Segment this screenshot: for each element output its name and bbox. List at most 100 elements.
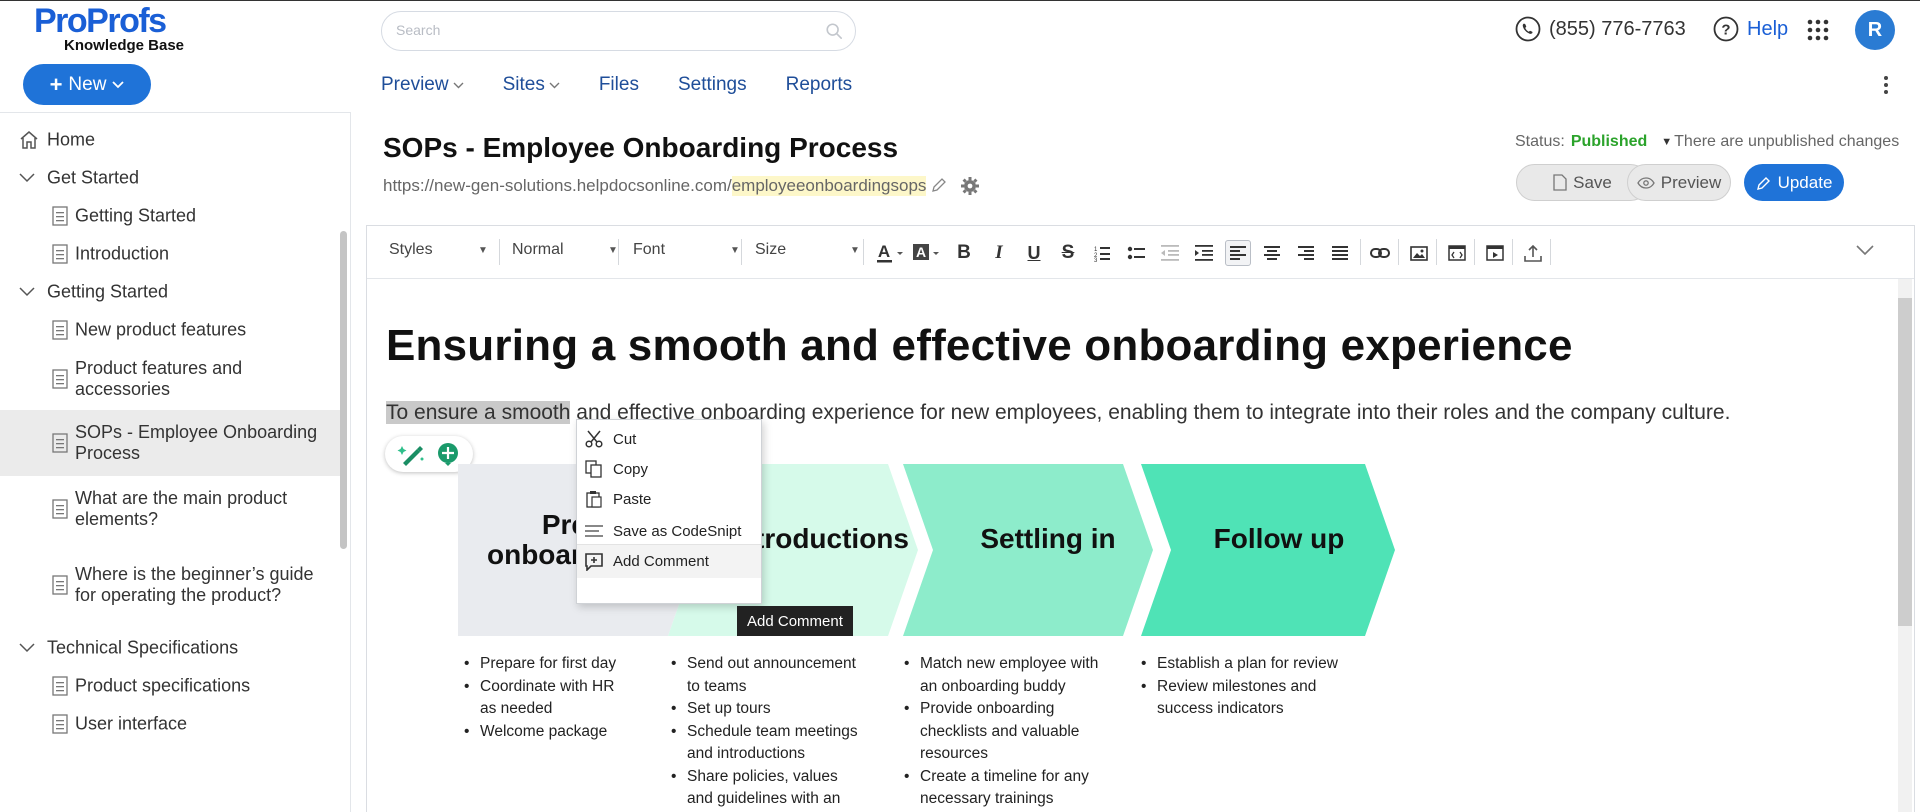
context-menu-item[interactable]: Save as CodeSnipt bbox=[577, 514, 761, 548]
sidebar-scrollbar[interactable] bbox=[340, 231, 347, 549]
context-menu-item[interactable]: Add Comment bbox=[577, 544, 761, 578]
update-button[interactable]: Update bbox=[1744, 164, 1844, 201]
toolbar-divider bbox=[499, 239, 500, 265]
step-bullet-list: Match new employee with an onboarding bu… bbox=[902, 653, 1112, 811]
sidebar-item[interactable]: Get Started bbox=[0, 161, 340, 195]
sidebar-item[interactable]: User interface bbox=[0, 707, 340, 741]
sidebar-item-label: What are the main product elements? bbox=[75, 488, 288, 529]
sidebar-item[interactable]: Home bbox=[0, 123, 340, 157]
bold-icon[interactable]: B bbox=[951, 240, 977, 266]
phone-number: (855) 776-7763 bbox=[1549, 17, 1686, 40]
chevron-down-icon[interactable] bbox=[17, 637, 37, 659]
align-left-icon[interactable] bbox=[1225, 240, 1251, 266]
settings-gear-icon[interactable] bbox=[960, 176, 980, 196]
list-item: Coordinate with HR as needed bbox=[462, 676, 632, 721]
more-options-icon[interactable] bbox=[1880, 74, 1892, 96]
sidebar-item-label: Introduction bbox=[75, 243, 170, 264]
context-menu-item[interactable]: Cut bbox=[577, 422, 761, 456]
selected-text[interactable]: To ensure a smooth bbox=[386, 401, 571, 424]
embed-code-icon[interactable] bbox=[1444, 240, 1470, 266]
article-title[interactable]: SOPs - Employee Onboarding Process bbox=[383, 132, 898, 164]
editor-scrollbar[interactable] bbox=[1898, 298, 1912, 626]
nav-reports[interactable]: Reports bbox=[786, 70, 853, 100]
sidebar-item[interactable]: SOPs - Employee Onboarding Process bbox=[0, 410, 340, 476]
format-dropdown[interactable]: Normal ▼ bbox=[512, 241, 622, 259]
add-comment-icon bbox=[583, 551, 605, 573]
user-avatar[interactable]: R bbox=[1855, 10, 1895, 50]
align-right-icon[interactable] bbox=[1293, 240, 1319, 266]
help-link[interactable]: ? Help bbox=[1713, 15, 1788, 43]
caret-down-icon[interactable]: ▼ bbox=[1661, 136, 1672, 148]
status-badge: Published bbox=[1570, 133, 1648, 150]
numbered-list-icon[interactable]: 123 bbox=[1089, 240, 1115, 266]
magic-wand-icon[interactable] bbox=[397, 441, 427, 467]
image-icon[interactable] bbox=[1406, 240, 1432, 266]
sidebar-item[interactable]: Getting Started bbox=[0, 199, 340, 233]
search-icon[interactable] bbox=[825, 22, 843, 40]
context-menu-label: Cut bbox=[613, 430, 637, 448]
preview-button[interactable]: Preview bbox=[1627, 164, 1731, 201]
italic-icon[interactable]: I bbox=[986, 240, 1012, 266]
caret-down-icon: ▼ bbox=[850, 244, 860, 256]
app-root: ProProfs Knowledge Base (855) 776-7763 ?… bbox=[0, 0, 1920, 812]
strikethrough-icon[interactable]: S bbox=[1055, 240, 1081, 266]
preview-label: Preview bbox=[1660, 172, 1722, 192]
outdent-icon[interactable] bbox=[1157, 240, 1183, 266]
context-menu-item[interactable]: Copy bbox=[577, 452, 761, 486]
styles-dropdown[interactable]: Styles ▼ bbox=[389, 241, 489, 259]
size-dropdown[interactable]: Size ▼ bbox=[755, 241, 865, 259]
bullet-list-icon[interactable] bbox=[1123, 240, 1149, 266]
search-box[interactable] bbox=[381, 11, 856, 51]
background-color-icon[interactable]: A bbox=[909, 240, 945, 266]
video-icon[interactable] bbox=[1482, 240, 1508, 266]
search-input[interactable] bbox=[396, 22, 816, 38]
font-dropdown[interactable]: Font ▼ bbox=[633, 241, 743, 259]
indent-icon[interactable] bbox=[1191, 240, 1217, 266]
underline-icon[interactable]: U bbox=[1021, 240, 1047, 266]
caret-down-icon: ▼ bbox=[608, 244, 618, 256]
content-heading[interactable]: Ensuring a smooth and effective onboardi… bbox=[386, 321, 1573, 371]
sidebar-item-label: Getting Started bbox=[47, 281, 169, 302]
proprofs-logo[interactable]: ProProfs Knowledge Base bbox=[34, 3, 194, 55]
toolbar-divider bbox=[741, 239, 742, 265]
sidebar-item-label: Where is the beginner’s guide for operat… bbox=[75, 564, 314, 605]
paste-icon bbox=[583, 488, 605, 510]
add-ai-icon[interactable] bbox=[435, 441, 461, 467]
step-title: Settling in bbox=[980, 523, 1116, 554]
list-item: Match new employee with an onboarding bu… bbox=[902, 653, 1112, 698]
url-slug[interactable]: employeeonboardingsops bbox=[731, 176, 927, 196]
justify-icon[interactable] bbox=[1327, 240, 1353, 266]
collapse-toolbar-icon[interactable] bbox=[1856, 244, 1874, 256]
url-base: https://new-gen-solutions.helpdocsonline… bbox=[383, 176, 732, 195]
font-dropdown-label: Font bbox=[633, 241, 666, 258]
apps-grid-icon[interactable] bbox=[1806, 18, 1830, 42]
chevron-down-icon[interactable] bbox=[17, 167, 37, 189]
context-menu-item[interactable]: Paste bbox=[577, 482, 761, 516]
edit-icon bbox=[1756, 176, 1770, 190]
support-phone[interactable]: (855) 776-7763 bbox=[1515, 15, 1686, 43]
sidebar-item[interactable]: Where is the beginner’s guide for operat… bbox=[0, 542, 340, 628]
sidebar-item[interactable]: Product specifications bbox=[0, 669, 340, 703]
nav-files[interactable]: Files bbox=[599, 70, 639, 100]
sidebar-item[interactable]: Product features and accessories bbox=[0, 351, 340, 407]
sidebar-item[interactable]: New product features bbox=[0, 313, 340, 347]
text-color-icon[interactable]: A bbox=[873, 240, 909, 266]
edit-pencil-icon[interactable] bbox=[930, 177, 948, 195]
chevron-down-icon[interactable] bbox=[17, 281, 37, 303]
align-center-icon[interactable] bbox=[1259, 240, 1285, 266]
phone-icon bbox=[1515, 16, 1541, 42]
upload-icon[interactable] bbox=[1520, 240, 1546, 266]
nav-label: Preview bbox=[381, 74, 449, 95]
nav-settings[interactable]: Settings bbox=[678, 70, 747, 100]
sidebar-item[interactable]: Getting Started bbox=[0, 275, 340, 309]
new-button[interactable]: + New bbox=[23, 64, 151, 105]
sidebar-item[interactable]: What are the main product elements? bbox=[0, 476, 340, 542]
nav-sites[interactable]: Sites bbox=[503, 70, 560, 100]
sidebar-item[interactable]: Introduction bbox=[0, 237, 340, 271]
nav-preview[interactable]: Preview bbox=[381, 70, 464, 100]
sidebar-item-label: New product features bbox=[75, 319, 247, 340]
sidebar-item[interactable]: Technical Specifications bbox=[0, 631, 340, 665]
link-icon[interactable] bbox=[1367, 240, 1393, 266]
page-icon bbox=[50, 432, 70, 454]
nav-label: Files bbox=[598, 74, 639, 95]
